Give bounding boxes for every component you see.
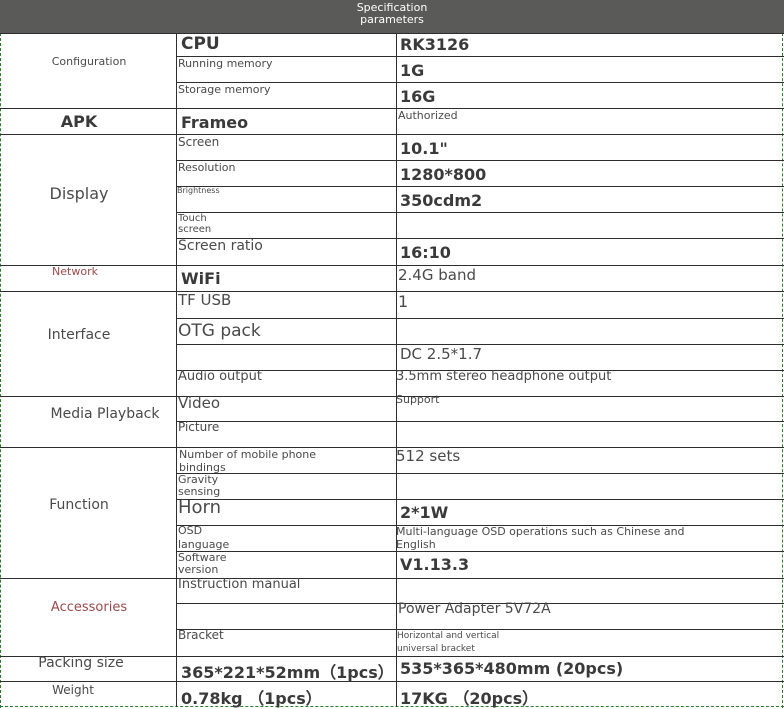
grid-line-h <box>176 421 784 422</box>
resolution-label: Resolution <box>178 161 236 174</box>
picture-label: Picture <box>178 420 220 434</box>
storage-memory-value: 16G <box>400 87 436 106</box>
brightness-label: Brightness <box>177 186 220 195</box>
software-version-value: V1.13.3 <box>400 555 470 574</box>
audio-output-label: Audio output <box>178 369 262 384</box>
brightness-value: 350cdm2 <box>400 191 483 210</box>
header-title: Specification parameters <box>356 1 428 26</box>
category-apk: APK <box>60 112 98 131</box>
apk-label: Frameo <box>181 113 249 132</box>
category-weight: Weight <box>52 683 94 697</box>
horn-label: Horn <box>178 497 222 518</box>
grid-line-h <box>0 396 784 397</box>
running-memory-label: Running memory <box>178 57 273 70</box>
packing-size-single: 365*221*52mm（1pcs） <box>181 663 394 682</box>
instruction-manual-label: Instruction manual <box>178 577 301 592</box>
category-media-playback: Media Playback <box>50 406 160 422</box>
category-accessories: Accessories <box>50 600 128 615</box>
category-configuration: Configuration <box>51 55 127 68</box>
cpu-value: RK3126 <box>400 35 470 54</box>
grid-line-h <box>0 578 784 579</box>
resolution-value: 1280*800 <box>400 165 487 184</box>
screen-label: Screen <box>178 135 220 149</box>
packing-size-carton: 535*365*480mm (20pcs) <box>400 659 624 678</box>
apk-value: Authorized <box>398 109 458 122</box>
grid-line-h <box>0 108 784 109</box>
osd-language-value: Multi-language OSD operations such as Ch… <box>396 525 685 551</box>
horn-value: 2*1W <box>400 503 449 522</box>
software-version-label: Software version <box>178 551 227 576</box>
grid-line-h <box>176 160 784 161</box>
otg-pack-label: OTG pack <box>178 321 261 341</box>
category-interface: Interface <box>47 327 111 343</box>
grid-line-h <box>0 134 784 135</box>
bottom-border <box>0 706 784 707</box>
spec-sheet: Specification parameters Configuration A… <box>0 0 784 708</box>
video-label: Video <box>178 394 221 412</box>
gravity-sensing-label: Gravity sensing <box>178 473 221 498</box>
bracket-value: Horizontal and vertical universal bracke… <box>397 631 500 654</box>
video-value: Support <box>396 393 440 406</box>
category-function: Function <box>49 497 109 513</box>
category-network: Network <box>52 265 98 278</box>
screen-ratio-value: 16:10 <box>400 243 451 262</box>
cpu-label: CPU <box>181 34 220 54</box>
wifi-label: WiFi <box>181 269 221 288</box>
grid-line-h <box>176 318 784 319</box>
grid-line-h <box>176 238 784 239</box>
phone-bindings-label: Number of mobile phone bindings <box>179 448 317 474</box>
grid-line-h <box>0 33 784 34</box>
wifi-value: 2.4G band <box>398 266 476 284</box>
screen-ratio-label: Screen ratio <box>178 238 263 254</box>
weight-carton: 17KG （20pcs） <box>400 689 539 708</box>
grid-line-h <box>0 291 784 292</box>
dc-value: DC 2.5*1.7 <box>400 345 483 363</box>
power-adapter-value: Power Adapter 5V72A <box>398 601 551 617</box>
category-packing-size: Packing size <box>38 655 124 671</box>
grid-line-h <box>176 499 784 500</box>
weight-single: 0.78kg （1pcs） <box>181 689 322 708</box>
header-bar: Specification parameters <box>0 0 784 33</box>
grid-line-h <box>176 186 784 187</box>
storage-memory-label: Storage memory <box>178 83 271 96</box>
screen-value: 10.1" <box>400 139 448 158</box>
osd-language-label: OSD language <box>178 524 230 551</box>
grid-line-h <box>0 447 784 448</box>
category-display: Display <box>49 184 109 203</box>
phone-bindings-value: 512 sets <box>396 447 461 465</box>
tf-usb-value: 1 <box>398 292 409 311</box>
grid-line-h <box>176 551 784 552</box>
audio-output-value: 3.5mm stereo headphone output <box>396 369 612 384</box>
tf-usb-label: TF USB <box>178 291 232 309</box>
running-memory-value: 1G <box>400 61 425 80</box>
bracket-label: Bracket <box>178 628 224 642</box>
touch-screen-label: Touch screen <box>178 213 212 235</box>
grid-line-h <box>176 212 784 213</box>
